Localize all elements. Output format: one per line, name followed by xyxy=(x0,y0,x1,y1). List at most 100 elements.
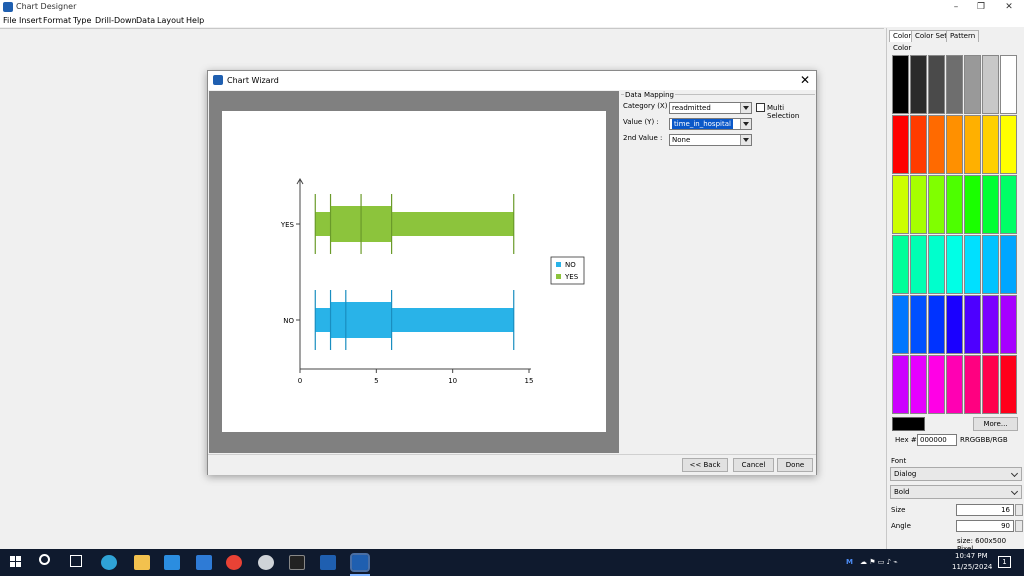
chrome-icon[interactable] xyxy=(226,555,242,570)
color-swatch[interactable] xyxy=(892,55,909,114)
angle-label: Angle xyxy=(891,522,911,530)
color-swatch[interactable] xyxy=(1000,55,1017,114)
color-swatch[interactable] xyxy=(928,295,945,354)
whisker-high-no xyxy=(391,308,514,332)
settings-gear-icon[interactable] xyxy=(258,555,274,570)
color-swatch[interactable] xyxy=(910,235,927,294)
selected-color-preview xyxy=(892,417,925,431)
color-swatch[interactable] xyxy=(892,175,909,234)
store-icon[interactable] xyxy=(164,555,180,570)
color-swatch[interactable] xyxy=(1000,175,1017,234)
color-swatch[interactable] xyxy=(964,115,981,174)
done-button[interactable]: Done xyxy=(777,458,813,472)
color-swatch[interactable] xyxy=(1000,235,1017,294)
color-swatch[interactable] xyxy=(964,295,981,354)
value-value: time_in_hospital xyxy=(672,119,733,129)
color-swatch[interactable] xyxy=(946,175,963,234)
color-swatch[interactable] xyxy=(910,55,927,114)
color-swatch[interactable] xyxy=(910,175,927,234)
cancel-button[interactable]: Cancel xyxy=(733,458,774,472)
value-select[interactable]: time_in_hospital xyxy=(669,118,752,130)
notifications-icon[interactable]: 1 xyxy=(998,556,1011,568)
color-swatch[interactable] xyxy=(982,355,999,414)
color-swatch[interactable] xyxy=(982,115,999,174)
color-swatch[interactable] xyxy=(946,295,963,354)
color-swatch[interactable] xyxy=(892,295,909,354)
color-swatch[interactable] xyxy=(946,55,963,114)
tray-icons[interactable]: ☁ ⚑ ▭ ♪ ⌁ xyxy=(860,558,897,566)
color-swatch[interactable] xyxy=(928,175,945,234)
tray-m-icon[interactable]: M xyxy=(846,558,853,566)
color-swatch[interactable] xyxy=(928,55,945,114)
color-swatch[interactable] xyxy=(928,355,945,414)
color-swatch[interactable] xyxy=(964,55,981,114)
menu-type[interactable]: Type xyxy=(73,16,91,25)
minimize-button[interactable]: – xyxy=(943,0,969,14)
color-swatch[interactable] xyxy=(946,115,963,174)
maximize-button[interactable]: ❐ xyxy=(968,0,994,14)
hex-input[interactable]: 000000 xyxy=(917,434,957,446)
x-tick-label: 0 xyxy=(298,377,302,385)
color-swatch[interactable] xyxy=(1000,355,1017,414)
chart-preview-area: 0 5 10 15 NO YES NO YES xyxy=(209,91,619,453)
angle-spinner-arrows-icon[interactable] xyxy=(1015,520,1023,532)
chevron-down-icon xyxy=(740,135,751,145)
chart-designer-icon-1[interactable] xyxy=(320,555,336,570)
color-swatch[interactable] xyxy=(1000,295,1017,354)
second-value-select[interactable]: None xyxy=(669,134,752,146)
menu-data[interactable]: Data xyxy=(136,16,155,25)
whisker-low-no xyxy=(315,308,331,332)
multi-selection-checkbox[interactable] xyxy=(756,103,765,112)
search-icon[interactable] xyxy=(39,554,50,565)
dialog-close-button[interactable]: ✕ xyxy=(800,73,810,87)
color-swatch[interactable] xyxy=(964,355,981,414)
color-swatch[interactable] xyxy=(928,115,945,174)
chart-designer-icon-2[interactable] xyxy=(350,553,370,572)
close-window-button[interactable]: ✕ xyxy=(996,0,1022,14)
color-swatch[interactable] xyxy=(1000,115,1017,174)
clock-time[interactable]: 10:47 PM xyxy=(955,552,988,560)
menu-format[interactable]: Format xyxy=(43,16,71,25)
tab-pattern[interactable]: Pattern xyxy=(946,30,980,42)
color-swatch[interactable] xyxy=(982,235,999,294)
windows-start-icon[interactable] xyxy=(10,556,22,568)
color-swatch[interactable] xyxy=(910,115,927,174)
color-swatch[interactable] xyxy=(964,175,981,234)
hex-label: Hex # xyxy=(895,436,917,444)
color-swatch[interactable] xyxy=(964,235,981,294)
color-swatch[interactable] xyxy=(982,175,999,234)
category-select[interactable]: readmitted xyxy=(669,102,752,114)
menu-file[interactable]: File xyxy=(3,16,16,25)
color-swatch[interactable] xyxy=(982,295,999,354)
menu-drill-down[interactable]: Drill-Down xyxy=(95,16,137,25)
more-colors-button[interactable]: More... xyxy=(973,417,1018,431)
terminal-icon[interactable] xyxy=(289,555,305,570)
size-spinner-arrows-icon[interactable] xyxy=(1015,504,1023,516)
font-style-select[interactable]: Bold xyxy=(890,485,1022,499)
tab-color-set[interactable]: Color Set xyxy=(911,30,951,42)
edge-browser-icon[interactable] xyxy=(101,555,117,570)
color-swatch[interactable] xyxy=(910,355,927,414)
color-swatch[interactable] xyxy=(892,235,909,294)
y-tick-label: YES xyxy=(280,221,295,229)
file-explorer-icon[interactable] xyxy=(134,555,150,570)
size-spinner[interactable]: 16 xyxy=(956,504,1014,516)
color-swatch[interactable] xyxy=(928,235,945,294)
menu-bar: File Insert Format Type Drill-Down Data … xyxy=(0,14,1024,27)
task-view-icon[interactable] xyxy=(70,555,82,567)
font-select[interactable]: Dialog xyxy=(890,467,1022,481)
color-swatch[interactable] xyxy=(946,355,963,414)
color-swatch[interactable] xyxy=(946,235,963,294)
color-swatch[interactable] xyxy=(892,115,909,174)
color-swatch[interactable] xyxy=(892,355,909,414)
angle-spinner[interactable]: 90 xyxy=(956,520,1014,532)
color-swatch[interactable] xyxy=(910,295,927,354)
menu-help[interactable]: Help xyxy=(186,16,204,25)
menu-insert[interactable]: Insert xyxy=(19,16,42,25)
menu-layout[interactable]: Layout xyxy=(157,16,184,25)
clock-date[interactable]: 11/25/2024 xyxy=(952,563,992,571)
back-button[interactable]: << Back xyxy=(682,458,728,472)
mail-icon[interactable] xyxy=(196,555,212,570)
color-swatch[interactable] xyxy=(982,55,999,114)
color-swatch-grid xyxy=(892,55,1019,415)
